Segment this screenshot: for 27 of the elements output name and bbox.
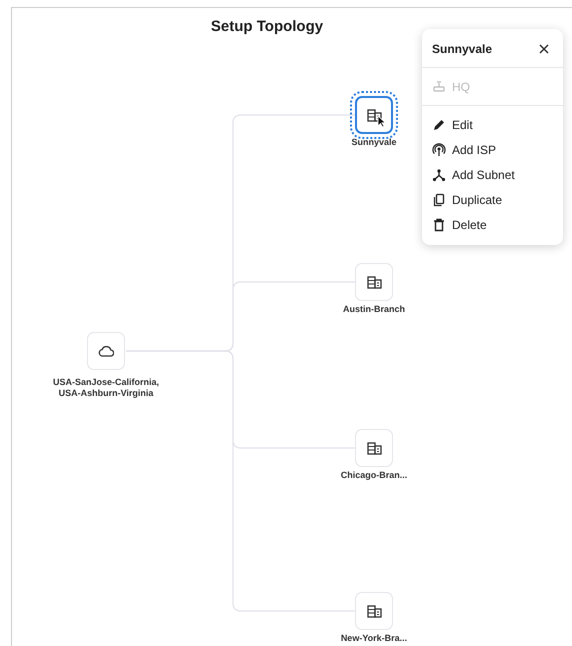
trash-icon [432,218,446,232]
node-label: USA-Ashburn-Virginia [58,388,154,399]
node-label: New-York-Bra... [340,633,408,644]
building-icon [366,604,382,618]
page-title: Setup Topology [210,17,324,37]
menu-title: Sunnyvale [432,41,492,58]
network-icon [432,168,446,182]
menu-item[interactable]: Duplicate [422,187,512,212]
node-label: USA-SanJose-California, [52,377,160,388]
building-icon [366,276,382,288]
copy-icon [432,192,446,206]
antenna-icon [432,142,446,156]
close-button[interactable] [539,44,549,54]
node-label: Sunnyvale [350,137,398,148]
pencil-icon [432,118,446,132]
cloud-icon [98,346,114,356]
cursor-icon [377,115,386,128]
menu-item[interactable]: Delete [422,212,497,237]
menu-item[interactable]: Edit [422,112,483,137]
menu-item[interactable]: Add Subnet [422,162,525,187]
building-icon [366,442,382,454]
node-label: Chicago-Bran... [340,470,408,481]
cloud-node[interactable] [87,332,125,370]
router-icon [432,80,446,94]
menu-item[interactable]: Add ISP [422,137,506,162]
building-icon [366,108,382,122]
node-label: Austin-Branch [342,304,406,315]
